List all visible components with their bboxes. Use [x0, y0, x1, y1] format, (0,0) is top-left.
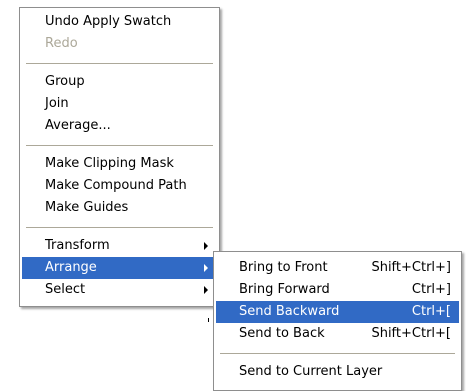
- submenu-item-send-backward-label: Send Backward: [239, 304, 340, 319]
- shortcut-bring-to-front: Shift+Ctrl+]: [371, 260, 451, 275]
- menu-item-redo: Redo: [22, 33, 217, 55]
- menu-item-average[interactable]: Average...: [22, 115, 217, 137]
- menu-item-transform[interactable]: Transform: [22, 235, 217, 257]
- submenu-item-send-backward[interactable]: Send Backward Ctrl+[: [216, 301, 459, 323]
- submenu-item-bring-to-front[interactable]: Bring to Front Shift+Ctrl+]: [216, 257, 459, 279]
- menu-item-transform-label: Transform: [45, 238, 110, 253]
- submenu-item-send-to-current-layer[interactable]: Send to Current Layer: [216, 361, 459, 383]
- submenu-arrow-icon: [204, 242, 208, 250]
- menu-item-average-label: Average...: [45, 118, 111, 133]
- menu-item-select[interactable]: Select: [22, 279, 217, 301]
- shortcut-send-to-back: Shift+Ctrl+[: [371, 326, 451, 341]
- submenu-item-send-to-back[interactable]: Send to Back Shift+Ctrl+[: [216, 323, 459, 345]
- submenu-item-bring-forward-label: Bring Forward: [239, 282, 330, 297]
- menu-item-make-compound-path[interactable]: Make Compound Path: [22, 175, 217, 197]
- menu-item-make-clipping-mask[interactable]: Make Clipping Mask: [22, 153, 217, 175]
- menu-item-group-label: Group: [45, 74, 85, 89]
- menu-separator: [26, 63, 213, 64]
- menu-item-join-label: Join: [45, 96, 69, 111]
- menu-item-redo-label: Redo: [45, 36, 78, 51]
- submenu-item-bring-to-front-label: Bring to Front: [239, 260, 328, 275]
- shortcut-send-backward: Ctrl+[: [411, 304, 451, 319]
- menu-item-undo-label: Undo Apply Swatch: [45, 14, 172, 29]
- submenu-item-bring-forward[interactable]: Bring Forward Ctrl+]: [216, 279, 459, 301]
- menu-item-select-label: Select: [45, 282, 86, 297]
- submenu-arrow-icon: [204, 264, 208, 272]
- submenu-arrow-icon: [204, 286, 208, 294]
- menu-item-arrange[interactable]: Arrange: [22, 257, 217, 279]
- arrange-submenu: Bring to Front Shift+Ctrl+] Bring Forwar…: [213, 251, 462, 391]
- shortcut-bring-forward: Ctrl+]: [411, 282, 451, 297]
- menu-item-make-clipping-mask-label: Make Clipping Mask: [45, 156, 174, 171]
- menu-separator: [26, 145, 213, 146]
- menu-item-make-compound-path-label: Make Compound Path: [45, 178, 187, 193]
- menu-item-join[interactable]: Join: [22, 93, 217, 115]
- context-menu: Undo Apply Swatch Redo Group Join Averag…: [19, 7, 220, 307]
- menu-item-make-guides-label: Make Guides: [45, 200, 129, 215]
- menu-separator: [26, 227, 213, 228]
- menu-separator: [220, 353, 455, 354]
- canvas-tick-right: [208, 318, 209, 322]
- menu-item-group[interactable]: Group: [22, 71, 217, 93]
- submenu-item-send-to-current-layer-label: Send to Current Layer: [239, 364, 383, 379]
- submenu-item-send-to-back-label: Send to Back: [239, 326, 325, 341]
- menu-item-make-guides[interactable]: Make Guides: [22, 197, 217, 219]
- menu-item-undo[interactable]: Undo Apply Swatch: [22, 11, 217, 33]
- menu-item-arrange-label: Arrange: [45, 260, 97, 275]
